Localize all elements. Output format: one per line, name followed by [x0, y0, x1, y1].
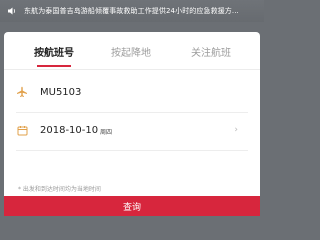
tabs-divider: [4, 69, 260, 70]
date-field[interactable]: 2018-10-10 周四 ›: [4, 112, 260, 148]
tab-by-flight-number[interactable]: 按航班号: [19, 44, 89, 59]
flight-number-value: MU5103: [40, 86, 82, 98]
search-tabs: 按航班号 按起降地 关注航班: [4, 32, 260, 70]
airplane-icon: [16, 86, 28, 98]
app-screen: 东航为泰国普吉岛游船倾覆事故救助工作提供24小时的应急救援方... 按航班号 按…: [0, 0, 264, 216]
query-button[interactable]: 查询: [4, 196, 260, 216]
tab-followed-flights[interactable]: 关注航班: [176, 44, 246, 59]
notice-text: 东航为泰国普吉岛游船倾覆事故救助工作提供24小时的应急救援方...: [24, 7, 239, 15]
flight-search-card: 按航班号 按起降地 关注航班 MU5103 2018-10-10 周四 › * …: [4, 32, 260, 216]
active-tab-indicator: [37, 65, 71, 67]
notice-bar[interactable]: 东航为泰国普吉岛游船倾覆事故救助工作提供24小时的应急救援方...: [0, 0, 264, 22]
speaker-icon: [0, 6, 24, 16]
calendar-icon: [16, 124, 28, 136]
tab-by-route[interactable]: 按起降地: [96, 44, 166, 59]
date-weekday: 周四: [100, 129, 113, 136]
field-divider: [16, 150, 248, 151]
flight-number-field[interactable]: MU5103: [4, 74, 260, 110]
chevron-right-icon: ›: [234, 125, 238, 135]
local-time-hint: * 出发和到达时间均为当地时间: [18, 186, 101, 193]
date-value: 2018-10-10: [40, 124, 99, 136]
